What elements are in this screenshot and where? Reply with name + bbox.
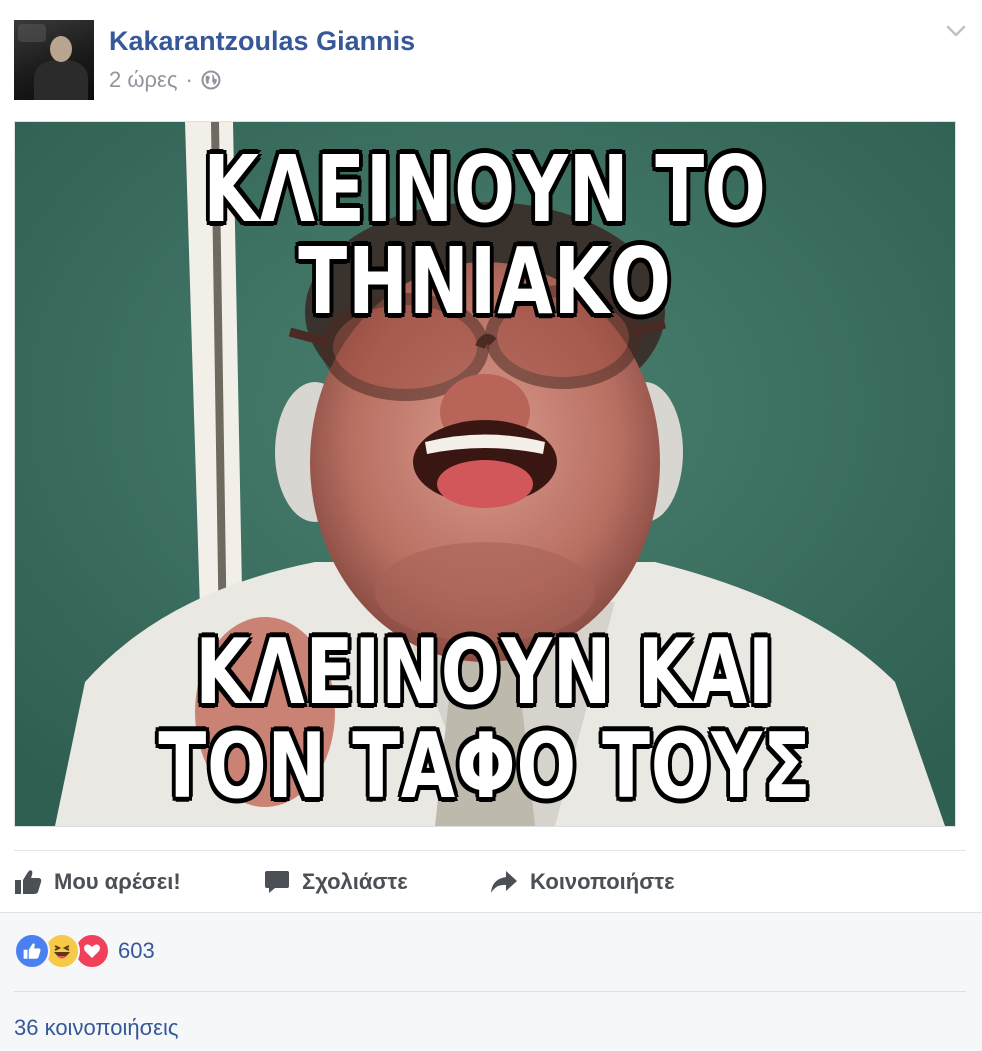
- meta-separator: ·: [185, 67, 193, 92]
- reactions-summary[interactable]: 603: [14, 933, 155, 969]
- author-name[interactable]: Kakarantzoulas Giannis: [109, 26, 415, 57]
- post-image[interactable]: ΚΛΕΙΝΟΥΝ ΤΟ ΤΗΝΙΑΚΟ ΚΛΕΙΝΟΥΝ ΚΑΙ ΤΟΝ ΤΑΦ…: [14, 121, 956, 827]
- like-button[interactable]: Μου αρέσει!: [14, 851, 181, 913]
- share-label: Κοινοποιήστε: [530, 869, 675, 894]
- share-button[interactable]: Κοινοποιήστε: [490, 851, 675, 913]
- avatar[interactable]: [14, 20, 94, 100]
- globe-icon[interactable]: [201, 70, 221, 90]
- meme-bottom-text-line2: ΤΟΝ ΤΑΦΟ ΤΟΥΣ: [158, 714, 812, 819]
- divider: [14, 991, 966, 992]
- comment-label: Σχολιάστε: [302, 869, 408, 894]
- like-reaction-icon: [14, 933, 50, 969]
- action-bar: Μου αρέσει! Σχολιάστε Κοινοποιήστε: [14, 850, 966, 913]
- meme-bottom-text-line1: ΚΛΕΙΝΟΥΝ ΚΑΙ: [195, 620, 775, 725]
- chevron-down-icon[interactable]: [946, 24, 966, 43]
- reactions-section: 603 36 κοινοποιήσεις: [0, 912, 982, 1051]
- comment-icon: [264, 869, 302, 895]
- post-meta: 2 ώρες ·: [109, 67, 221, 93]
- timestamp[interactable]: 2 ώρες: [109, 67, 177, 93]
- shares-count[interactable]: 36 κοινοποιήσεις: [14, 1015, 178, 1041]
- post-header: Kakarantzoulas Giannis 2 ώρες ·: [0, 0, 982, 120]
- thumbs-up-icon: [14, 869, 54, 895]
- like-label: Μου αρέσει!: [54, 869, 181, 894]
- comment-button[interactable]: Σχολιάστε: [264, 851, 408, 913]
- share-arrow-icon: [490, 870, 530, 894]
- reactions-count[interactable]: 603: [118, 938, 155, 964]
- meme-top-text: ΚΛΕΙΝΟΥΝ ΤΟ ΤΗΝΙΑΚΟ: [203, 136, 767, 335]
